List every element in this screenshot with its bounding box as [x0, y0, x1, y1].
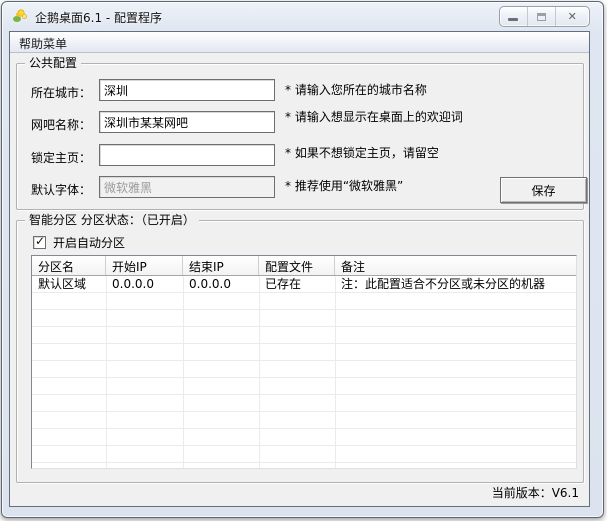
maximize-button[interactable]: [528, 7, 556, 26]
menu-item-help[interactable]: 帮助菜单: [10, 32, 76, 55]
font-hint: * 推荐使用“微软雅黑”: [285, 179, 404, 193]
close-icon: ✕: [567, 10, 577, 23]
minimize-button[interactable]: [500, 7, 528, 26]
column-header-remark[interactable]: 备注: [335, 256, 576, 275]
cell-config-file: 已存在: [265, 277, 302, 291]
caption-buttons: ✕: [499, 6, 590, 27]
column-header-config-file[interactable]: 配置文件: [259, 256, 335, 275]
cell-start-ip: 0.0.0.0: [112, 277, 154, 291]
city-label: 所在城市：: [31, 86, 92, 100]
public-config-legend: 公共配置: [25, 56, 82, 70]
auto-partition-label: 开启自动分区: [53, 236, 126, 250]
font-input: [99, 176, 275, 198]
grid-line: [106, 276, 107, 468]
version-label: 当前版本：V6.1: [491, 486, 579, 500]
table-row[interactable]: 默认区域 0.0.0.0 0.0.0.0 已存在 注：此配置适合不分区或未分区的…: [32, 276, 576, 293]
cafe-name-label: 网吧名称：: [31, 118, 92, 132]
cell-remark: 注：此配置适合不分区或未分区的机器: [341, 277, 546, 291]
cafe-name-input[interactable]: [99, 111, 275, 133]
checkmark-icon: ✓: [35, 234, 46, 248]
client-area: 帮助菜单 公共配置 所在城市： * 请输入您所在的城市名称 网吧名称： * 请输…: [9, 31, 590, 507]
close-button[interactable]: ✕: [556, 7, 589, 26]
column-header-partition-name[interactable]: 分区名: [32, 256, 106, 275]
grid-line: [183, 276, 184, 468]
save-button[interactable]: 保存: [500, 177, 587, 203]
cell-partition-name: 默认区域: [38, 277, 87, 291]
column-header-start-ip[interactable]: 开始IP: [106, 256, 183, 275]
city-hint: * 请输入您所在的城市名称: [285, 83, 427, 97]
column-header-end-ip[interactable]: 结束IP: [183, 256, 259, 275]
app-window: 企鹅桌面6.1 - 配置程序 ✕ 帮助菜单 公共配置 所在城市： 深圳 * 请输…: [1, 1, 604, 518]
auto-partition-row: ✓ 开启自动分区: [33, 234, 125, 251]
app-icon: [13, 9, 28, 22]
minimize-icon: [508, 18, 519, 21]
font-label: 默认字体：: [31, 183, 92, 197]
cell-end-ip: 0.0.0.0: [189, 277, 231, 291]
homepage-input[interactable]: [99, 144, 275, 166]
grid-line: [335, 276, 336, 468]
screenshot-stage: 企鹅桌面6.1 - 配置程序 ✕ 帮助菜单 公共配置 所在城市： 深圳 * 请输…: [0, 0, 607, 521]
cafe-name-hint: * 请输入想显示在桌面上的欢迎词: [285, 110, 463, 124]
homepage-label: 锁定主页：: [31, 151, 92, 165]
partition-table-header: 分区名 开始IP 结束IP 配置文件 备注: [32, 256, 576, 276]
partition-legend: 智能分区 分区状态：（已开启）: [25, 213, 199, 227]
partition-group: 智能分区 分区状态：（已开启） ✓ 开启自动分区 分区名 开始IP 结束IP 配…: [16, 213, 584, 483]
partition-table-body: 默认区域 0.0.0.0 0.0.0.0 已存在 注：此配置适合不分区或未分区的…: [32, 276, 576, 468]
title-bar[interactable]: 企鹅桌面6.1 - 配置程序 ✕: [2, 2, 603, 31]
city-input[interactable]: [99, 79, 275, 101]
window-title: 企鹅桌面6.1 - 配置程序: [35, 11, 163, 25]
homepage-hint: * 如果不想锁定主页，请留空: [285, 146, 439, 160]
maximize-icon: [536, 12, 546, 21]
auto-partition-checkbox[interactable]: ✓: [33, 234, 46, 249]
partition-table: 分区名 开始IP 结束IP 配置文件 备注 默认区域 0.0.0.0 0.0.0…: [31, 255, 577, 469]
menu-bar: 帮助菜单: [10, 32, 589, 53]
public-config-group: 公共配置 所在城市： * 请输入您所在的城市名称 网吧名称： * 请输入想显示在…: [16, 56, 587, 210]
grid-line: [259, 276, 260, 468]
